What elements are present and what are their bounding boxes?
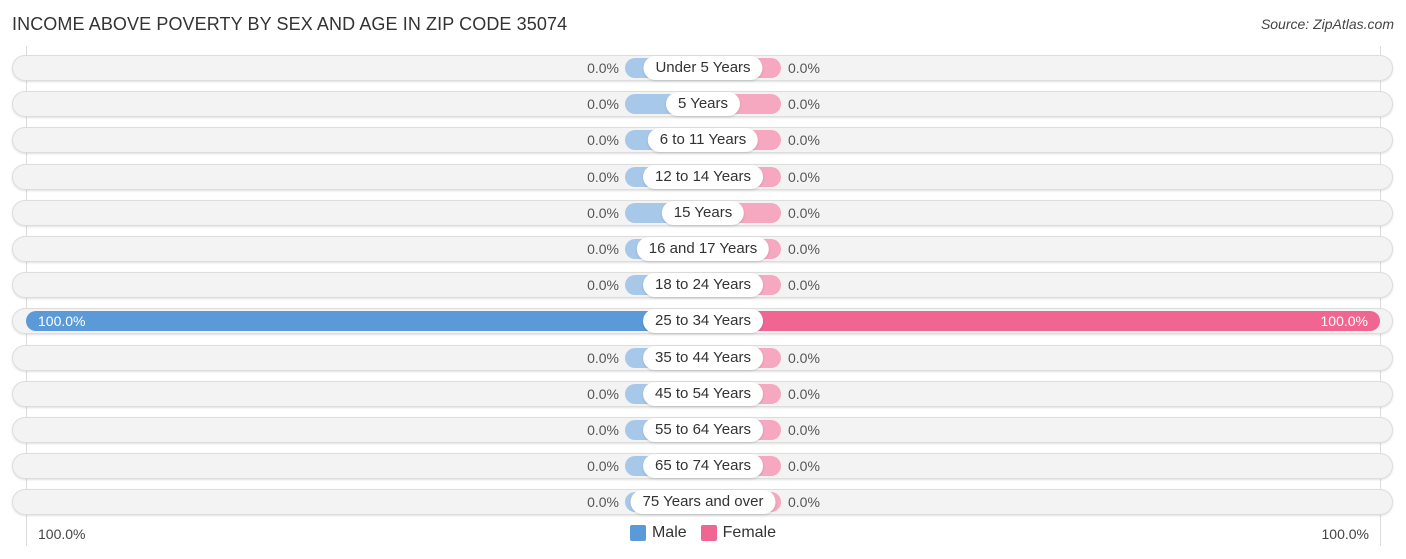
value-label-male: 0.0% bbox=[587, 422, 619, 438]
bar-female[interactable] bbox=[703, 311, 1380, 331]
category-label: 45 to 54 Years bbox=[643, 382, 763, 406]
chart-row: 0.0% 0.0% 45 to 54 Years bbox=[12, 381, 1393, 407]
chart-row: 0.0% 0.0% Under 5 Years bbox=[12, 55, 1393, 81]
legend: Male Female bbox=[0, 524, 1406, 542]
legend-item-male[interactable]: Male bbox=[629, 524, 687, 542]
value-label-male: 0.0% bbox=[587, 205, 619, 221]
chart-row: 0.0% 0.0% 5 Years bbox=[12, 91, 1393, 117]
category-label: Under 5 Years bbox=[643, 56, 763, 80]
category-label: 12 to 14 Years bbox=[643, 165, 763, 189]
value-label-female: 0.0% bbox=[788, 169, 820, 185]
chart-row: 0.0% 0.0% 12 to 14 Years bbox=[12, 164, 1393, 190]
chart-row: 0.0% 0.0% 6 to 11 Years bbox=[12, 127, 1393, 153]
category-label: 25 to 34 Years bbox=[643, 309, 763, 333]
value-label-female: 0.0% bbox=[788, 205, 820, 221]
category-label: 65 to 74 Years bbox=[643, 454, 763, 478]
chart-row: 0.0% 0.0% 15 Years bbox=[12, 200, 1393, 226]
value-label-male: 100.0% bbox=[38, 313, 86, 329]
legend-label-male: Male bbox=[651, 524, 687, 541]
value-label-female: 0.0% bbox=[788, 350, 820, 366]
value-label-female: 0.0% bbox=[788, 422, 820, 438]
value-label-male: 0.0% bbox=[587, 169, 619, 185]
chart-row: 0.0% 0.0% 16 and 17 Years bbox=[12, 236, 1393, 262]
chart-row: 0.0% 0.0% 35 to 44 Years bbox=[12, 345, 1393, 371]
category-label: 18 to 24 Years bbox=[643, 273, 763, 297]
legend-swatch-male bbox=[629, 525, 646, 541]
value-label-female: 0.0% bbox=[788, 494, 820, 510]
legend-swatch-female bbox=[700, 525, 717, 541]
value-label-female: 0.0% bbox=[788, 386, 820, 402]
category-label: 35 to 44 Years bbox=[643, 346, 763, 370]
value-label-female: 0.0% bbox=[788, 458, 820, 474]
category-label: 6 to 11 Years bbox=[647, 128, 759, 152]
category-label: 5 Years bbox=[665, 92, 741, 116]
value-label-male: 0.0% bbox=[587, 277, 619, 293]
category-label: 15 Years bbox=[661, 201, 745, 225]
value-label-female: 0.0% bbox=[788, 132, 820, 148]
legend-item-female[interactable]: Female bbox=[700, 524, 777, 542]
source-label: Source: ZipAtlas.com bbox=[1260, 16, 1394, 32]
value-label-male: 0.0% bbox=[587, 96, 619, 112]
chart-row: 0.0% 0.0% 75 Years and over bbox=[12, 489, 1393, 515]
value-label-male: 0.0% bbox=[587, 60, 619, 76]
chart-row: 0.0% 0.0% 55 to 64 Years bbox=[12, 417, 1393, 443]
bar-male[interactable] bbox=[26, 311, 703, 331]
value-label-female: 0.0% bbox=[788, 96, 820, 112]
value-label-female: 0.0% bbox=[788, 277, 820, 293]
value-label-male: 0.0% bbox=[587, 241, 619, 257]
chart-row: 0.0% 0.0% 18 to 24 Years bbox=[12, 272, 1393, 298]
chart-row: 0.0% 0.0% 65 to 74 Years bbox=[12, 453, 1393, 479]
chart-row: 100.0% 100.0% 25 to 34 Years bbox=[12, 308, 1393, 334]
value-label-female: 100.0% bbox=[1320, 313, 1368, 329]
value-label-male: 0.0% bbox=[587, 132, 619, 148]
value-label-female: 0.0% bbox=[788, 241, 820, 257]
value-label-male: 0.0% bbox=[587, 350, 619, 366]
category-label: 75 Years and over bbox=[630, 490, 776, 514]
value-label-female: 0.0% bbox=[788, 60, 820, 76]
chart-title: INCOME ABOVE POVERTY BY SEX AND AGE IN Z… bbox=[12, 14, 568, 34]
value-label-male: 0.0% bbox=[587, 494, 619, 510]
category-label: 55 to 64 Years bbox=[643, 418, 763, 442]
value-label-male: 0.0% bbox=[587, 386, 619, 402]
category-label: 16 and 17 Years bbox=[636, 237, 770, 261]
value-label-male: 0.0% bbox=[587, 458, 619, 474]
legend-label-female: Female bbox=[722, 524, 777, 541]
